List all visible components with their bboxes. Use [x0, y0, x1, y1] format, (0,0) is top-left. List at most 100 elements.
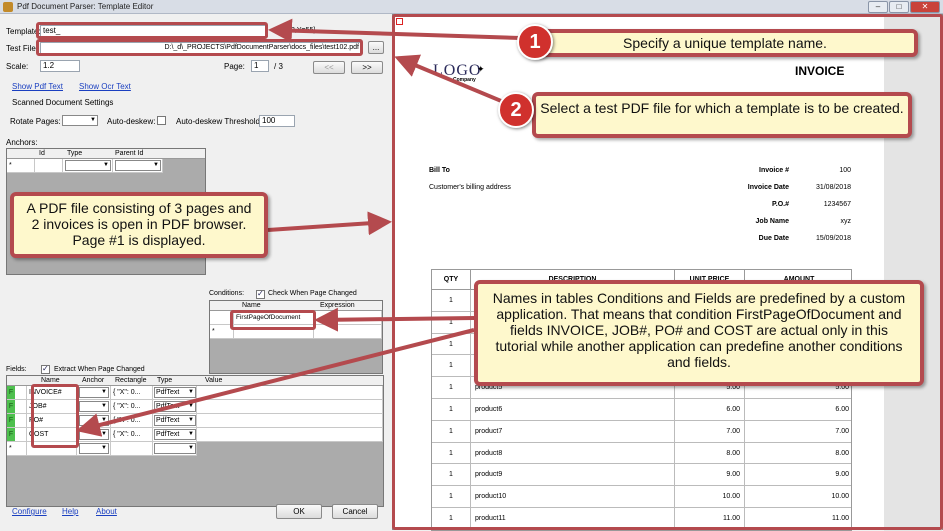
rotate-label: Rotate Pages:	[10, 117, 61, 126]
field-anchor-select[interactable]	[79, 429, 109, 440]
field-rect-cell[interactable]: { "X": 0...	[111, 414, 153, 428]
page-label: Page:	[224, 62, 245, 71]
coords-readout: {X=43,Y=55}	[276, 27, 316, 34]
window-title: Pdf Document Parser: Template Editor	[17, 2, 154, 11]
conditions-label: Conditions:	[209, 290, 245, 297]
scale-label: Scale:	[6, 62, 29, 71]
field-new-type-select[interactable]	[154, 443, 196, 454]
rotate-select[interactable]	[62, 115, 98, 126]
field-value-cell	[197, 414, 383, 428]
close-button[interactable]: ✕	[910, 1, 940, 13]
ok-button[interactable]: OK	[276, 504, 322, 519]
autodeskew-checkbox[interactable]	[157, 116, 166, 125]
prev-page-button[interactable]: <<	[313, 61, 345, 74]
field-type-cell[interactable]: PdfText	[153, 428, 197, 442]
template-highlight	[36, 22, 268, 39]
anchors-col-type: Type	[67, 150, 83, 157]
conditions-col-expression: Expression	[320, 302, 355, 309]
condition-expression-cell[interactable]	[314, 311, 382, 325]
show-pdf-text-link[interactable]: Show Pdf Text	[12, 82, 63, 91]
step-1-badge: 1	[517, 24, 553, 60]
next-page-button[interactable]: >>	[351, 61, 383, 74]
new-row-marker: *	[7, 159, 35, 173]
field-value-cell	[197, 386, 383, 400]
scale-stepper[interactable]: 1.2	[40, 60, 80, 72]
field-anchor-cell[interactable]	[77, 400, 111, 414]
maximize-button[interactable]: □	[889, 1, 909, 13]
testfile-label: Test File:	[6, 44, 39, 53]
field-row-marker: F	[7, 400, 15, 413]
anchors-col-id: Id	[39, 150, 45, 157]
anchor-type-select[interactable]	[65, 160, 111, 171]
fields-col-anchor: Anchor	[82, 377, 105, 384]
field-anchor-select[interactable]	[79, 415, 109, 426]
anchors-header: Id Type Parent Id	[7, 149, 205, 159]
row-header: F	[7, 414, 27, 428]
field-new-anchor-cell[interactable]	[77, 442, 111, 456]
field-type-cell[interactable]: PdfText	[153, 400, 197, 414]
about-link[interactable]: About	[96, 507, 117, 516]
field-new-anchor-select[interactable]	[79, 443, 109, 454]
check-when-page-changed-label: Check When Page Changed	[268, 290, 357, 297]
step-2-badge: 2	[498, 92, 534, 128]
editor-panel: Template: test_ {X=43,Y=55} Test File: D…	[0, 14, 390, 530]
field-type-select[interactable]: PdfText	[154, 429, 196, 440]
callout-2: Select a test PDF file for which a templ…	[532, 92, 912, 138]
anchor-id-cell[interactable]	[35, 159, 63, 173]
page-total: / 3	[274, 62, 283, 71]
field-row-marker: F	[7, 414, 15, 427]
field-anchor-cell[interactable]	[77, 414, 111, 428]
field-value-cell	[197, 400, 383, 414]
anchor-parent-cell[interactable]	[113, 159, 163, 173]
fields-col-type: Type	[157, 377, 173, 384]
field-type-select[interactable]: PdfText	[154, 415, 196, 426]
anchor-type-cell[interactable]	[63, 159, 113, 173]
field-new-rect-cell[interactable]	[111, 442, 153, 456]
fields-label: Fields:	[6, 366, 27, 373]
fields-col-value: Value	[205, 377, 223, 384]
field-anchor-cell[interactable]	[77, 428, 111, 442]
anchors-col-parent: Parent Id	[115, 150, 144, 157]
field-rect-cell[interactable]: { "X": 0...	[111, 400, 153, 414]
field-new-type-cell[interactable]	[153, 442, 197, 456]
autodeskew-label: Auto-deskew:	[107, 117, 156, 126]
threshold-stepper[interactable]: 100	[259, 115, 295, 127]
field-anchor-cell[interactable]	[77, 386, 111, 400]
testfile-highlight	[36, 39, 363, 56]
cancel-button[interactable]: Cancel	[332, 504, 378, 519]
fields-col-rectangle: Rectangle	[115, 377, 147, 384]
field-type-select[interactable]: PdfText	[154, 401, 196, 412]
help-link[interactable]: Help	[62, 507, 78, 516]
scanned-settings-label: Scanned Document Settings	[12, 98, 114, 107]
anchor-parent-select[interactable]	[115, 160, 161, 171]
threshold-label: Auto-deskew Threshold:	[176, 117, 263, 126]
extract-when-page-changed-checkbox[interactable]	[41, 364, 50, 374]
callout-1: Specify a unique template name.	[532, 29, 918, 57]
app-icon	[3, 2, 13, 12]
field-type-cell[interactable]: PdfText	[153, 386, 197, 400]
check-when-page-changed-checkbox[interactable]	[256, 289, 265, 299]
configure-link[interactable]: Configure	[12, 507, 47, 516]
page-input[interactable]: 1	[251, 60, 269, 72]
condition-new-expression-cell[interactable]	[314, 325, 382, 339]
field-value-cell	[197, 428, 383, 442]
show-ocr-text-link[interactable]: Show Ocr Text	[79, 82, 131, 91]
anchors-label: Anchors:	[6, 138, 38, 147]
field-row-marker: F	[7, 428, 15, 441]
new-row-marker: *	[7, 442, 27, 456]
field-row-marker: F	[7, 386, 15, 399]
field-type-cell[interactable]: PdfText	[153, 414, 197, 428]
row-header: F	[7, 400, 27, 414]
extract-when-page-changed-label: Extract When Page Changed	[54, 366, 145, 373]
field-anchor-select[interactable]	[79, 387, 109, 398]
title-bar: Pdf Document Parser: Template Editor – □…	[0, 0, 943, 14]
fields-highlight	[31, 384, 79, 448]
field-rect-cell[interactable]: { "X": 0...	[111, 386, 153, 400]
browse-button[interactable]: ...	[368, 41, 384, 54]
field-rect-cell[interactable]: { "X": 0...	[111, 428, 153, 442]
row-header: F	[7, 428, 27, 442]
row-header: F	[7, 386, 27, 400]
minimize-button[interactable]: –	[868, 1, 888, 13]
field-type-select[interactable]: PdfText	[154, 387, 196, 398]
field-anchor-select[interactable]	[79, 401, 109, 412]
